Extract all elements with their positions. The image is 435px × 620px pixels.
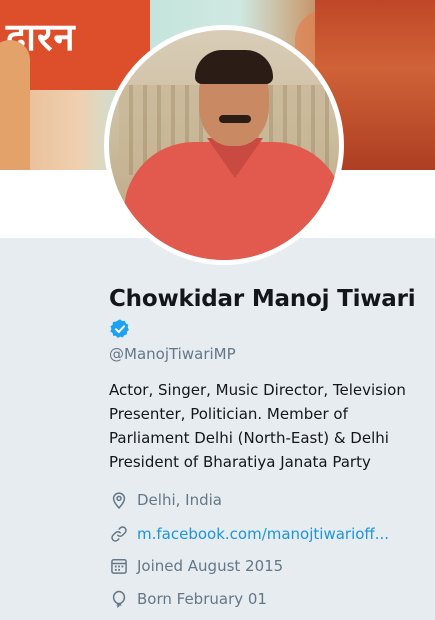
profile-bio: Actor, Singer, Music Director, Televisio…: [109, 381, 406, 471]
website-link[interactable]: m.facebook.com/manojtiwarioff...: [137, 525, 389, 543]
balloon-icon: [112, 590, 126, 608]
born-text: Born February 01: [137, 590, 267, 608]
verified-badge-icon: [110, 319, 129, 338]
avatar-hair: [195, 50, 273, 84]
profile-location: Delhi, India: [109, 488, 222, 512]
profile-name[interactable]: Chowkidar Manoj Tiwari: [109, 286, 416, 312]
profile-avatar[interactable]: [104, 25, 344, 265]
link-icon: [111, 526, 127, 542]
joined-text: Joined August 2015: [137, 557, 284, 575]
calendar-icon: [111, 559, 127, 574]
profile-joined: Joined August 2015: [109, 554, 283, 578]
profile-website[interactable]: m.facebook.com/manojtiwarioff...: [109, 522, 389, 546]
location-pin-icon: [112, 492, 126, 509]
profile-birthday: Born February 01: [109, 587, 267, 611]
avatar-photo: [109, 30, 339, 260]
profile-handle: @ManojTiwariMP: [109, 345, 236, 363]
location-text: Delhi, India: [137, 491, 222, 509]
avatar-moustache: [219, 115, 251, 123]
banner-figure-left: [0, 40, 30, 170]
